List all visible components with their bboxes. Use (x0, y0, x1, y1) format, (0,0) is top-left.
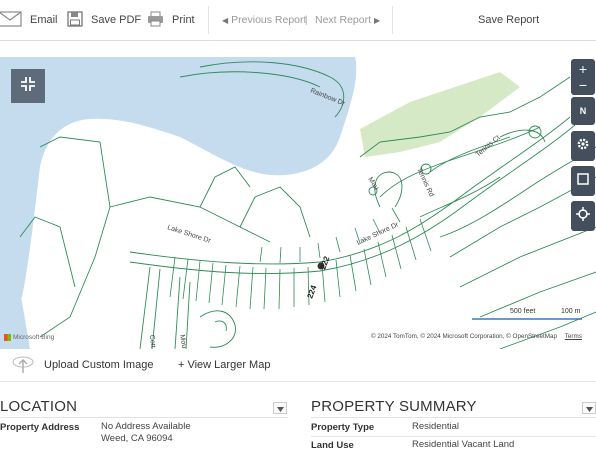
report-toolbar: Email Save PDF Print ◀ Previous Report |… (0, 0, 596, 41)
settings-button[interactable] (571, 131, 595, 161)
print-button[interactable]: Print (147, 0, 195, 40)
next-report-button[interactable]: Next Report ▶ (315, 0, 380, 40)
fullscreen-button[interactable] (571, 166, 595, 196)
street-label: Mou (178, 334, 187, 349)
property-address-value: No Address Available Weed, CA 96094 (101, 421, 191, 445)
zoom-out-button[interactable]: − (579, 77, 587, 93)
larger-map-label: + View Larger Map (178, 359, 271, 371)
row-divider (311, 436, 596, 437)
address-line-1: No Address Available (101, 421, 191, 432)
land-use-value: Residential Vacant Land (412, 439, 515, 450)
fullscreen-icon (576, 172, 590, 191)
attribution-text: © 2024 TomTom, © 2024 Microsoft Corporat… (371, 333, 558, 340)
caret-down-icon (585, 399, 593, 417)
locate-button[interactable] (571, 201, 595, 231)
upload-custom-image-button[interactable]: Upload Custom Image (12, 349, 153, 381)
scale-meters: 100 m (561, 308, 581, 315)
scale-feet: 500 feet (510, 308, 536, 315)
save-report-button[interactable]: Save Report (478, 0, 539, 40)
email-label: Email (30, 14, 58, 26)
email-button[interactable]: Email (0, 0, 58, 40)
parcel-label: 222 (318, 255, 331, 271)
previous-report-label: Previous Report (231, 14, 307, 26)
compass-button[interactable]: N (571, 97, 595, 125)
property-address-label: Property Address (0, 422, 80, 433)
upload-label: Upload Custom Image (44, 359, 154, 371)
property-type-value: Residential (412, 421, 459, 432)
property-type-label: Property Type (311, 422, 375, 433)
map-canvas: Rainbow Dr Lake Shore Dr Lake Shore Dr T… (0, 57, 596, 349)
parcel-label: 224 (305, 284, 318, 300)
street-label: Lake Shore Dr (166, 224, 212, 245)
next-report-label: Next Report (315, 14, 372, 26)
floppy-disk-icon (67, 10, 83, 30)
section-divider (311, 417, 596, 418)
street-label: Cott (148, 335, 156, 348)
crosshair-icon (576, 206, 590, 226)
location-heading: LOCATION (0, 398, 78, 415)
zoom-control: + − (571, 59, 595, 95)
terms-link[interactable]: Terms (565, 333, 582, 340)
gear-icon (576, 137, 590, 156)
property-map[interactable]: Rainbow Dr Lake Shore Dr Lake Shore Dr T… (0, 57, 596, 349)
save-pdf-label: Save PDF (91, 14, 142, 26)
chevron-left-icon: ◀ (222, 15, 229, 25)
caret-down-icon (276, 399, 284, 417)
bing-logo: Microsoft Bing (4, 334, 54, 341)
upload-icon (12, 354, 34, 377)
map-actions-bar: Upload Custom Image + View Larger Map (0, 349, 596, 382)
view-larger-map-link[interactable]: + View Larger Map (178, 349, 270, 381)
map-attribution: © 2024 TomTom, © 2024 Microsoft Corporat… (371, 333, 582, 340)
street-label: Tennis Ct (475, 134, 502, 158)
zoom-in-button[interactable]: + (579, 61, 587, 77)
property-summary-heading: PROPERTY SUMMARY (311, 398, 477, 415)
microsoft-logo-icon (4, 334, 11, 341)
envelope-icon (0, 10, 22, 30)
print-label: Print (172, 14, 195, 26)
toolbar-divider (208, 6, 209, 34)
section-divider (0, 417, 288, 418)
location-collapse-toggle[interactable] (273, 402, 287, 414)
nav-divider: | (305, 14, 308, 26)
address-line-2: Weed, CA 96094 (101, 433, 173, 444)
street-label: Tennis Rd (415, 167, 435, 198)
bing-label: Microsoft Bing (13, 334, 55, 341)
compass-label: N (579, 106, 587, 116)
street-label: Mau (366, 176, 380, 191)
previous-report-button[interactable]: ◀ Previous Report (222, 0, 306, 40)
save-report-label: Save Report (478, 14, 540, 26)
summary-collapse-toggle[interactable] (582, 402, 596, 414)
chevron-right-icon: ▶ (374, 15, 381, 25)
collapse-arrows-icon (19, 75, 37, 98)
collapse-map-button[interactable] (11, 69, 45, 103)
lake-area (0, 57, 357, 317)
map-scale: 500 feet 100 m (472, 308, 582, 324)
printer-icon (147, 11, 164, 30)
save-pdf-button[interactable]: Save PDF (67, 0, 141, 40)
toolbar-divider (392, 6, 393, 34)
